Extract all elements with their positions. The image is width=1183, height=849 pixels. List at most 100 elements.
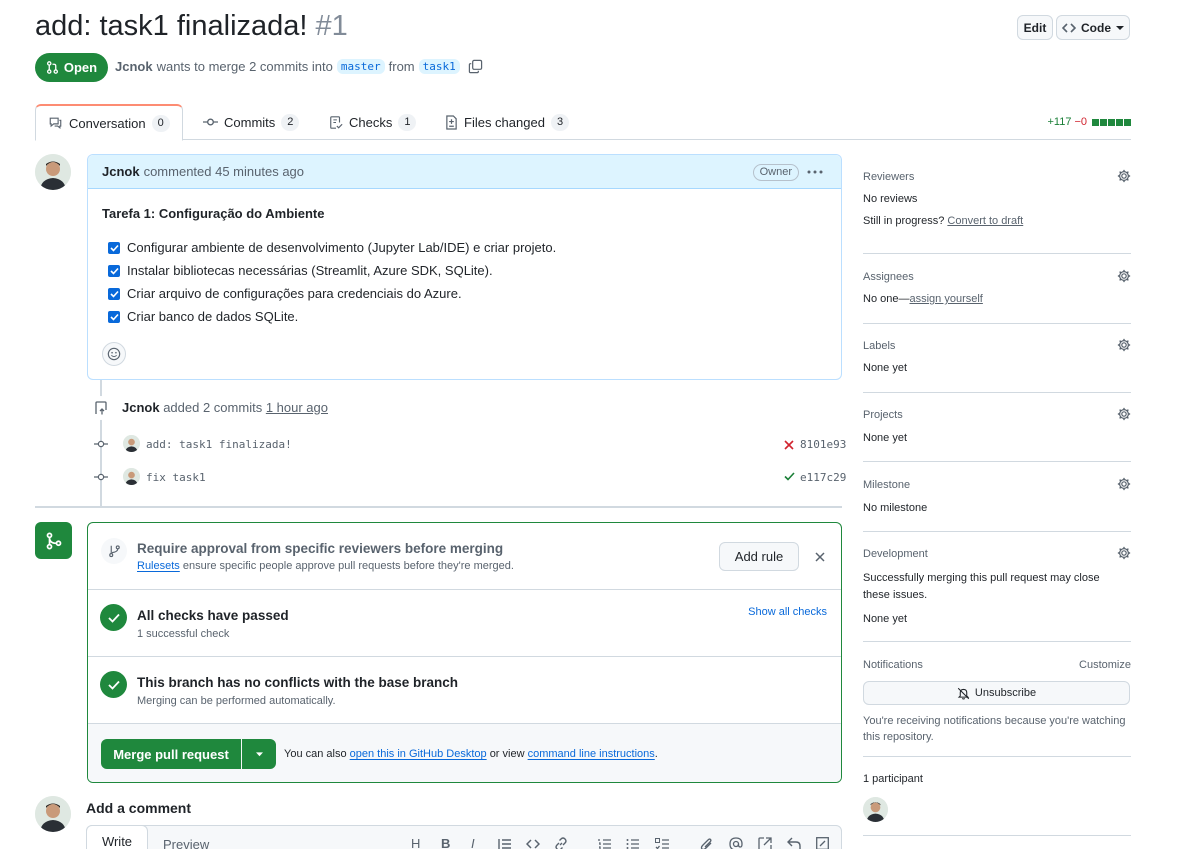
github-desktop-link[interactable]: open this in GitHub Desktop [350,748,487,760]
comment-author[interactable]: Jcnok [102,164,140,179]
gear-icon[interactable] [1117,169,1131,183]
gear-icon[interactable] [1117,407,1131,421]
add-reaction-button[interactable] [102,342,126,366]
commit-message[interactable]: fix task1 [146,471,206,484]
commit-sha[interactable]: 8101e93 [800,438,846,451]
copy-icon[interactable] [468,59,483,74]
gear-icon[interactable] [1117,338,1131,352]
merge-text: wants to merge 2 commits into [156,59,333,74]
task-checkbox[interactable] [108,310,120,323]
tab-commits[interactable]: Commits 2 [203,104,300,140]
commit-sha[interactable]: e117c29 [800,471,846,484]
checks-row: All checks have passed 1 successful chec… [88,590,841,657]
code-button[interactable]: Code [1056,15,1130,40]
avatar[interactable] [123,435,140,452]
task-checkbox[interactable] [108,241,120,254]
development-title[interactable]: Development [863,548,1131,560]
task-checkbox[interactable] [108,287,120,300]
link-icon[interactable] [554,837,568,849]
assignees-title[interactable]: Assignees [863,271,1131,283]
head-branch[interactable]: task1 [418,59,460,74]
x-icon[interactable] [784,440,794,450]
timeline-divider [35,506,842,508]
base-branch[interactable]: master [336,59,385,74]
merge-method-dropdown[interactable] [242,739,276,769]
assign-yourself-link[interactable]: assign yourself [909,293,982,305]
sidebar-reviewers: Reviewers No reviews Still in progress? … [863,169,1131,227]
tab-write[interactable]: Write [86,825,148,849]
merge-status-icon [35,522,72,559]
check-icon[interactable] [784,472,795,481]
add-rule-button[interactable]: Add rule [719,542,799,571]
comment-meta[interactable]: commented 45 minutes ago [144,164,304,179]
edit-label: Edit [1023,20,1047,35]
code-icon[interactable] [526,838,540,849]
numbered-list-icon[interactable] [598,838,612,849]
milestone-title[interactable]: Milestone [863,479,1131,491]
comment-icon [49,117,62,129]
rulesets-link[interactable]: Rulesets [137,560,180,572]
tab-preview[interactable]: Preview [163,837,209,849]
event-time[interactable]: 1 hour ago [266,400,328,415]
participant-avatar[interactable] [863,797,888,822]
conflicts-title: This branch has no conflicts with the ba… [137,675,459,690]
checks-title: All checks have passed [137,608,289,623]
event-author[interactable]: Jcnok [122,400,160,415]
customize-link[interactable]: Customize [1079,659,1131,671]
merge-action-row: Merge pull request You can also open thi… [88,724,841,782]
tab-counter: 1 [398,113,417,131]
bullet-list-icon[interactable] [626,838,640,849]
task-list-icon[interactable] [655,838,670,849]
gear-icon[interactable] [1117,269,1131,283]
pr-author[interactable]: Jcnok [115,59,153,74]
mention-icon[interactable] [729,837,743,849]
gear-icon[interactable] [1117,546,1131,560]
bold-icon[interactable]: B [441,836,450,849]
close-icon[interactable] [815,552,825,562]
git-commit-icon [94,440,108,448]
tab-checks[interactable]: Checks 1 [329,104,417,140]
italic-icon[interactable]: I [471,836,475,849]
commit-message[interactable]: add: task1 finalizada! [146,438,292,451]
quote-icon[interactable] [498,838,512,849]
avatar[interactable] [123,468,140,485]
cli-instructions-link[interactable]: command line instructions [528,748,655,760]
convert-to-draft-link[interactable]: Convert to draft [947,215,1023,227]
task-item: Criar banco de dados SQLite. [108,309,298,324]
rulesets-row: Require approval from specific reviewers… [88,523,841,590]
tab-conversation[interactable]: Conversation 0 [35,104,183,141]
also-text: You can also [284,748,347,760]
avatar[interactable] [35,154,71,190]
diffstat-bar [1092,118,1131,126]
projects-title[interactable]: Projects [863,409,1131,421]
unsubscribe-button[interactable]: Unsubscribe [863,681,1130,705]
diffstat[interactable]: +117 −0 [1047,116,1131,128]
branch-icon [101,538,127,564]
edit-button[interactable]: Edit [1017,15,1053,40]
comment-heading: Tarefa 1: Configuração do Ambiente [102,206,325,221]
heading-icon[interactable]: H [411,836,420,849]
divider [863,323,1131,324]
reviewers-title[interactable]: Reviewers [863,171,1131,183]
avatar[interactable] [35,796,71,832]
code-label: Code [1081,20,1111,35]
tab-label: Checks [349,114,393,130]
cross-reference-icon[interactable] [758,837,772,849]
task-checkbox[interactable] [108,264,120,277]
commit-row [94,471,108,483]
labels-title[interactable]: Labels [863,340,1131,352]
paperclip-icon[interactable] [700,837,713,849]
tab-files-changed[interactable]: Files changed 3 [445,104,570,140]
add-rule-label: Add rule [734,549,784,564]
reply-icon[interactable] [787,837,801,849]
diffstat-deletions: −0 [1074,116,1087,128]
kebab-menu-icon[interactable] [807,170,823,174]
draft-line: Still in progress? Convert to draft [863,215,1131,227]
tab-label: Commits [224,114,276,130]
check-circle-icon [100,604,127,631]
show-all-checks-link[interactable]: Show all checks [748,606,827,618]
tab-counter: 0 [151,114,170,132]
merge-pull-request-button[interactable]: Merge pull request [101,739,241,769]
gear-icon[interactable] [1117,477,1131,491]
fullscreen-icon[interactable] [816,837,829,849]
